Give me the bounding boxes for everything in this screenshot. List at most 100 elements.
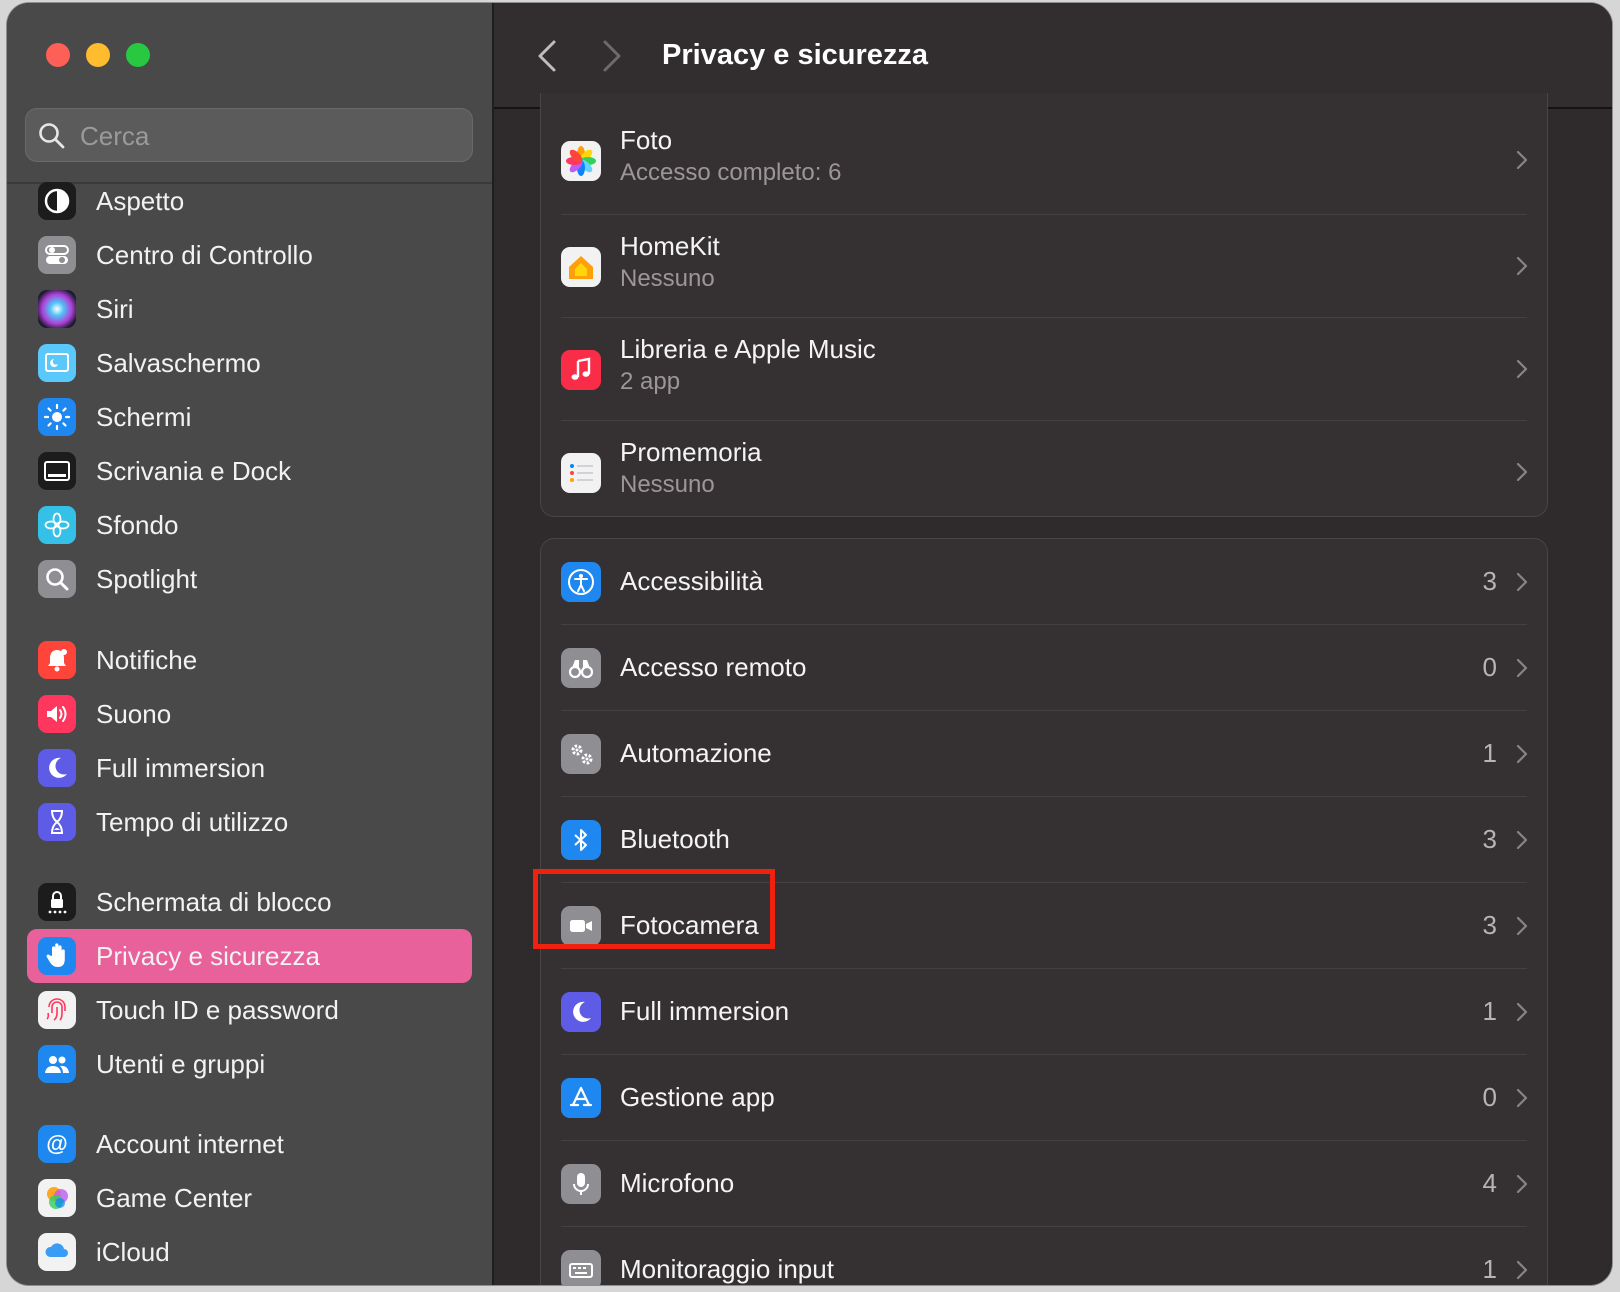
sidebar-item-label: Tempo di utilizzo	[96, 807, 289, 837]
accessibility-icon	[561, 562, 601, 602]
list-row-promemoria[interactable]: Promemoria Nessuno	[541, 421, 1547, 516]
spotlight-icon	[38, 560, 76, 598]
sidebar-item-label: Account internet	[96, 1129, 284, 1159]
sidebar-item-label: Touch ID e password	[96, 995, 339, 1025]
sidebar-item-touch-id-e-password[interactable]: Touch ID e password	[27, 983, 472, 1037]
privacy-hand-icon	[38, 937, 76, 975]
page-title: Privacy e sicurezza	[662, 39, 929, 71]
forward-chevron-icon[interactable]	[597, 37, 627, 75]
list-row-bluetooth[interactable]: Bluetooth 3	[541, 797, 1547, 883]
row-count: 3	[1482, 910, 1497, 940]
row-title: Gestione app	[620, 1082, 775, 1112]
list-row-gestione-app[interactable]: Gestione app 0	[541, 1055, 1547, 1141]
row-count: 0	[1482, 652, 1497, 682]
list-row-fotocamera[interactable]: Fotocamera 3	[541, 883, 1547, 969]
homekit-icon	[561, 247, 601, 287]
row-count: 1	[1482, 738, 1497, 768]
sidebar-item-sfondo[interactable]: Sfondo	[27, 498, 472, 552]
search-field[interactable]	[25, 108, 473, 163]
zoom-window-button[interactable]	[126, 43, 150, 67]
chevron-right-icon	[1516, 658, 1528, 678]
list-row-microfono[interactable]: Microfono 4	[541, 1141, 1547, 1227]
list-row-homekit[interactable]: HomeKit Nessuno	[541, 215, 1547, 318]
sidebar-item-schermata-di-blocco[interactable]: Schermata di blocco	[27, 875, 472, 929]
chevron-right-icon	[1516, 1260, 1528, 1280]
row-title: Full immersion	[620, 996, 790, 1026]
list-row-libreria-apple-music[interactable]: Libreria e Apple Music 2 app	[541, 318, 1547, 421]
sidebar-item-privacy-e-sicurezza[interactable]: Privacy e sicurezza	[27, 929, 472, 983]
sidebar-item-label: Centro di Controllo	[96, 240, 313, 270]
sidebar-item-label: Privacy e sicurezza	[96, 941, 320, 971]
sidebar-item-schermi[interactable]: Schermi	[27, 390, 472, 444]
appearance-icon	[38, 182, 76, 220]
sidebar-item-label: Schermata di blocco	[96, 887, 332, 917]
music-icon	[561, 350, 601, 390]
row-count: 1	[1482, 996, 1497, 1026]
sidebar-item-label: Game Center	[96, 1183, 253, 1213]
bluetooth-icon	[561, 820, 601, 860]
chevron-right-icon	[1516, 1088, 1528, 1108]
sidebar-item-suono[interactable]: Suono	[27, 687, 472, 741]
list-row-full-immersion[interactable]: Full immersion 1	[541, 969, 1547, 1055]
main-pane: Privacy e sicurezza Foto Accesso complet…	[494, 3, 1612, 1285]
sidebar-item-tempo-di-utilizzo[interactable]: Tempo di utilizzo	[27, 795, 472, 849]
control-center-icon	[38, 236, 76, 274]
back-chevron-icon[interactable]	[532, 37, 562, 75]
chevron-right-icon	[1516, 830, 1528, 850]
app-management-icon	[561, 1078, 601, 1118]
sidebar-item-spotlight[interactable]: Spotlight	[27, 552, 472, 606]
row-title: Fotocamera	[620, 910, 759, 940]
row-subtitle: 2 app	[620, 368, 681, 395]
photos-icon	[561, 141, 601, 181]
minimize-window-button[interactable]	[86, 43, 110, 67]
sidebar-item-salvaschermo[interactable]: Salvaschermo	[27, 336, 472, 390]
users-groups-icon	[38, 1045, 76, 1083]
sidebar-list: Aspetto Centro di Controllo Siri Salvasc…	[7, 181, 492, 1285]
sidebar-item-centro-di-controllo[interactable]: Centro di Controllo	[27, 228, 472, 282]
close-window-button[interactable]	[46, 43, 70, 67]
chevron-right-icon	[1516, 359, 1528, 379]
list-row-foto[interactable]: Foto Accesso completo: 6	[541, 109, 1547, 215]
sidebar-item-scrivania-e-dock[interactable]: Scrivania e Dock	[27, 444, 472, 498]
list-row-monitoraggio-input[interactable]: Monitoraggio input 1	[541, 1227, 1547, 1285]
sidebar-item-label: Scrivania e Dock	[96, 456, 292, 486]
row-title: Foto	[620, 125, 673, 155]
row-subtitle: Accesso completo: 6	[620, 159, 842, 186]
row-title: Accesso remoto	[620, 652, 807, 682]
row-title: HomeKit	[620, 231, 720, 261]
sidebar-item-full-immersion[interactable]: Full immersion	[27, 741, 472, 795]
row-title: Automazione	[620, 738, 772, 768]
focus-icon	[561, 992, 601, 1032]
sidebar-item-siri[interactable]: Siri	[27, 282, 472, 336]
sidebar-item-account-internet[interactable]: @ Account internet	[27, 1117, 472, 1171]
chevron-right-icon	[1516, 462, 1528, 482]
sidebar-item-aspetto[interactable]: Aspetto	[27, 181, 472, 228]
icloud-icon	[38, 1233, 76, 1271]
svg-text:@: @	[46, 1131, 67, 1156]
game-center-icon	[38, 1179, 76, 1217]
sidebar-item-notifiche[interactable]: Notifiche	[27, 633, 472, 687]
row-title: Monitoraggio input	[620, 1254, 834, 1284]
sidebar-item-icloud[interactable]: iCloud	[27, 1225, 472, 1279]
row-title: Promemoria	[620, 437, 762, 467]
row-title: Accessibilità	[620, 566, 764, 596]
row-subtitle: Nessuno	[620, 471, 715, 498]
list-row-accesso-remoto[interactable]: Accesso remoto 0	[541, 625, 1547, 711]
sidebar-item-label: Salvaschermo	[96, 348, 261, 378]
app-data-group: Foto Accesso completo: 6 HomeKit Nessuno…	[540, 93, 1548, 517]
sidebar-item-utenti-e-gruppi[interactable]: Utenti e gruppi	[27, 1037, 472, 1091]
sidebar-item-label: Schermi	[96, 402, 192, 432]
list-row-automazione[interactable]: Automazione 1	[541, 711, 1547, 797]
list-row-accessibilita[interactable]: Accessibilità 3	[541, 539, 1547, 625]
internet-accounts-icon: @	[38, 1125, 76, 1163]
touch-id-icon	[38, 991, 76, 1029]
search-input[interactable]	[78, 109, 462, 163]
row-title: Libreria e Apple Music	[620, 334, 876, 364]
input-monitoring-icon	[561, 1250, 601, 1285]
row-count: 3	[1482, 566, 1497, 596]
sidebar-item-game-center[interactable]: Game Center	[27, 1171, 472, 1225]
row-count: 4	[1482, 1168, 1497, 1198]
chevron-right-icon	[1516, 1174, 1528, 1194]
notifications-icon	[38, 641, 76, 679]
reminders-icon	[561, 453, 601, 493]
